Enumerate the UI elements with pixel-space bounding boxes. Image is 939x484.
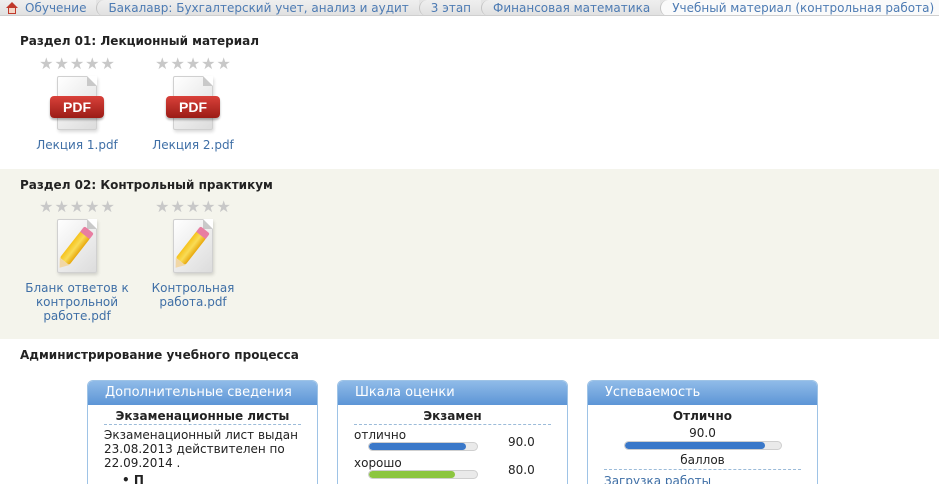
pdf-badge: PDF — [166, 96, 220, 118]
star-icon[interactable]: ★ — [70, 199, 84, 215]
section-lectures: Раздел 01: Лекционный материал ★ ★ ★ ★ ★ PDF… — [0, 28, 939, 169]
grade-bar — [368, 470, 478, 479]
star-icon[interactable]: ★ — [155, 56, 169, 72]
breadcrumb-label: Учебный материал (контрольная работа) — [672, 0, 935, 15]
file-item-answer-form[interactable]: ★ ★ ★ ★ ★ Бланк ответов к контрольной работе… — [19, 199, 135, 324]
breadcrumb-label: Финансовая математика — [493, 0, 651, 15]
panel-subheader: Экзаменационные листы — [104, 409, 301, 425]
progress-bar — [623, 441, 782, 450]
pdf-badge: PDF — [50, 96, 104, 118]
rating-stars[interactable]: ★ ★ ★ ★ ★ — [19, 56, 135, 72]
breadcrumb-label: Бакалавр: Бухгалтерский учет, анализ и а… — [108, 0, 409, 15]
star-icon[interactable]: ★ — [39, 199, 53, 215]
file-link[interactable]: Лекция 1.pdf — [19, 138, 135, 152]
pencil-document-icon[interactable] — [163, 219, 223, 277]
star-icon[interactable]: ★ — [201, 199, 215, 215]
panel-progress: Успеваемость Отлично 90.0 баллов Загрузк… — [587, 380, 818, 484]
section-practicum: Раздел 02: Контрольный практикум ★ ★ ★ ★ ★ Б… — [0, 169, 939, 339]
file-item-control-work[interactable]: ★ ★ ★ ★ ★ Контрольная работа.pdf — [135, 199, 251, 310]
file-link[interactable]: Контрольная работа.pdf — [135, 281, 251, 309]
star-icon[interactable]: ★ — [155, 199, 169, 215]
grade-bar-fill — [369, 471, 456, 478]
star-icon[interactable]: ★ — [186, 56, 200, 72]
panel-header: Шкала оценки — [338, 381, 567, 405]
star-icon[interactable]: ★ — [170, 199, 184, 215]
list-item: • П — [122, 473, 144, 484]
pdf-icon[interactable]: PDF — [163, 76, 223, 134]
star-icon[interactable]: ★ — [70, 56, 84, 72]
star-icon[interactable]: ★ — [101, 56, 115, 72]
progress-grade: Отлично — [672, 409, 733, 423]
file-item-lecture-2[interactable]: ★ ★ ★ ★ ★ PDF Лекция 2.pdf — [135, 56, 251, 153]
star-icon[interactable]: ★ — [101, 199, 115, 215]
star-icon[interactable]: ★ — [186, 199, 200, 215]
star-icon[interactable]: ★ — [39, 56, 53, 72]
rating-stars[interactable]: ★ ★ ★ ★ ★ — [135, 56, 251, 72]
progress-unit: баллов — [604, 453, 801, 470]
admin-title: Администрирование учебного процесса — [20, 348, 299, 362]
file-item-lecture-1[interactable]: ★ ★ ★ ★ ★ PDF Лекция 1.pdf — [19, 56, 135, 153]
home-icon — [5, 1, 19, 14]
breadcrumb-label: 3 этап — [430, 0, 472, 15]
section-title: Раздел 02: Контрольный практикум — [20, 178, 273, 192]
rating-stars[interactable]: ★ ★ ★ ★ ★ — [135, 199, 251, 215]
panel-header: Успеваемость — [588, 381, 817, 405]
pdf-icon[interactable]: PDF — [47, 76, 107, 134]
grade-bar — [368, 442, 478, 451]
panel-subheader: Экзамен — [354, 409, 551, 425]
rating-stars[interactable]: ★ ★ ★ ★ ★ — [19, 199, 135, 215]
grade-value: 80.0 — [508, 463, 535, 477]
breadcrumb-item-home[interactable]: Обучение — [0, 0, 97, 15]
progress-value: 90.0 — [689, 426, 716, 440]
section-title: Раздел 01: Лекционный материал — [20, 34, 260, 48]
star-icon[interactable]: ★ — [170, 56, 184, 72]
star-icon[interactable]: ★ — [54, 56, 68, 72]
breadcrumb-label: Обучение — [25, 0, 87, 15]
grade-label: хорошо — [354, 456, 402, 470]
star-icon[interactable]: ★ — [217, 199, 231, 215]
breadcrumb: Обучение Бакалавр: Бухгалтерский учет, а… — [0, 0, 939, 16]
file-link[interactable]: Лекция 2.pdf — [135, 138, 251, 152]
grade-label: отлично — [354, 428, 407, 442]
upload-work-link[interactable]: Загрузка работы — [604, 474, 801, 484]
grade-row-good: хорошо 80.0 — [354, 453, 551, 481]
panel-grade-scale: Шкала оценки Экзамен отлично 90.0 хорошо… — [337, 380, 568, 484]
breadcrumb-item-stage[interactable]: 3 этап — [418, 0, 482, 15]
star-icon[interactable]: ★ — [217, 56, 231, 72]
star-icon[interactable]: ★ — [54, 199, 68, 215]
breadcrumb-item-current: Учебный материал (контрольная работа) — [660, 0, 939, 15]
exam-sheet-text: Экзаменационный лист выдан 23.08.2013 де… — [104, 428, 298, 470]
grade-row-excellent: отлично 90.0 — [354, 425, 551, 453]
grade-bar-fill — [369, 443, 467, 450]
panel-header: Дополнительные сведения — [88, 381, 317, 405]
star-icon[interactable]: ★ — [201, 56, 215, 72]
star-icon[interactable]: ★ — [85, 56, 99, 72]
breadcrumb-item-course[interactable]: Финансовая математика — [481, 0, 661, 15]
progress-bar-fill — [624, 442, 765, 449]
panel-additional-info: Дополнительные сведения Экзаменационные … — [87, 380, 318, 484]
file-link[interactable]: Бланк ответов к контрольной работе.pdf — [19, 281, 135, 323]
star-icon[interactable]: ★ — [85, 199, 99, 215]
grade-value: 90.0 — [508, 435, 535, 449]
breadcrumb-item-program[interactable]: Бакалавр: Бухгалтерский учет, анализ и а… — [96, 0, 419, 15]
pencil-document-icon[interactable] — [47, 219, 107, 277]
